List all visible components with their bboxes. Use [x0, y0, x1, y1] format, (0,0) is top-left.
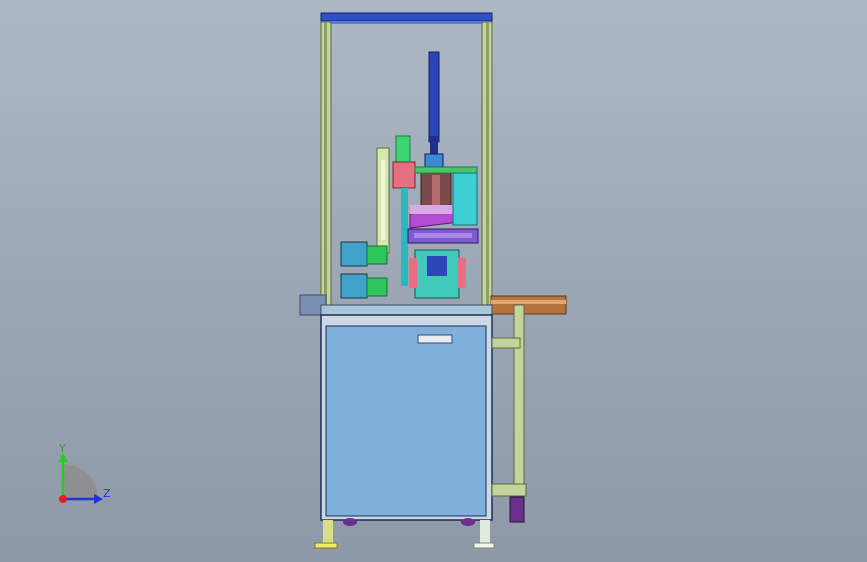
horizontal-guide-slot: [414, 233, 472, 238]
side-tower-post: [513, 304, 525, 491]
side-tower-base: [491, 483, 527, 497]
x-axis-dot: [59, 495, 67, 503]
caster-left: [343, 518, 357, 526]
left-frame-post-inner: [324, 22, 327, 309]
top-crossbar: [414, 166, 478, 174]
cabinet-panel: [325, 325, 487, 517]
right-frame-post-inner: [486, 22, 489, 309]
foot-left-pad: [314, 542, 338, 549]
axis-triad: Y Z: [40, 436, 120, 516]
gripper-left-jaw: [409, 258, 417, 288]
motor-mount-top: [366, 245, 388, 265]
top-beam-shadow: [321, 21, 492, 24]
teal-rod: [401, 188, 408, 286]
conveyor-right-arm: [490, 295, 567, 315]
foot-left-post: [323, 520, 333, 544]
z-axis-arrow: [94, 494, 103, 504]
caster-right: [509, 496, 525, 523]
machine-assembly-model[interactable]: [0, 0, 867, 562]
stepper-motor-top: [340, 241, 368, 267]
side-tower-bracket: [491, 337, 521, 349]
pink-block: [392, 161, 416, 189]
press-head-slot: [432, 175, 440, 205]
cabinet-door-handle: [417, 334, 453, 344]
axis-triad-icon: [58, 453, 103, 504]
stepper-motor-bottom: [340, 273, 368, 299]
y-axis-label: Y: [59, 442, 66, 455]
guide-plate-inner: [381, 160, 385, 240]
vertical-cylinder: [428, 51, 440, 143]
foot-right-post: [480, 520, 490, 544]
z-axis-label: Z: [103, 487, 111, 500]
upper-slider: [452, 172, 478, 226]
conveyor-right-arm-stripe: [491, 300, 566, 304]
foot-right-pad: [473, 542, 495, 549]
gripper-right-jaw: [458, 258, 466, 288]
cad-viewport[interactable]: Y Z: [0, 0, 867, 562]
top-beam: [320, 12, 493, 22]
gripper-core: [427, 256, 447, 276]
triad-arc: [63, 464, 98, 499]
motor-mount-bottom: [366, 277, 388, 297]
worktable-top: [320, 304, 493, 316]
caster-middle: [461, 518, 475, 526]
